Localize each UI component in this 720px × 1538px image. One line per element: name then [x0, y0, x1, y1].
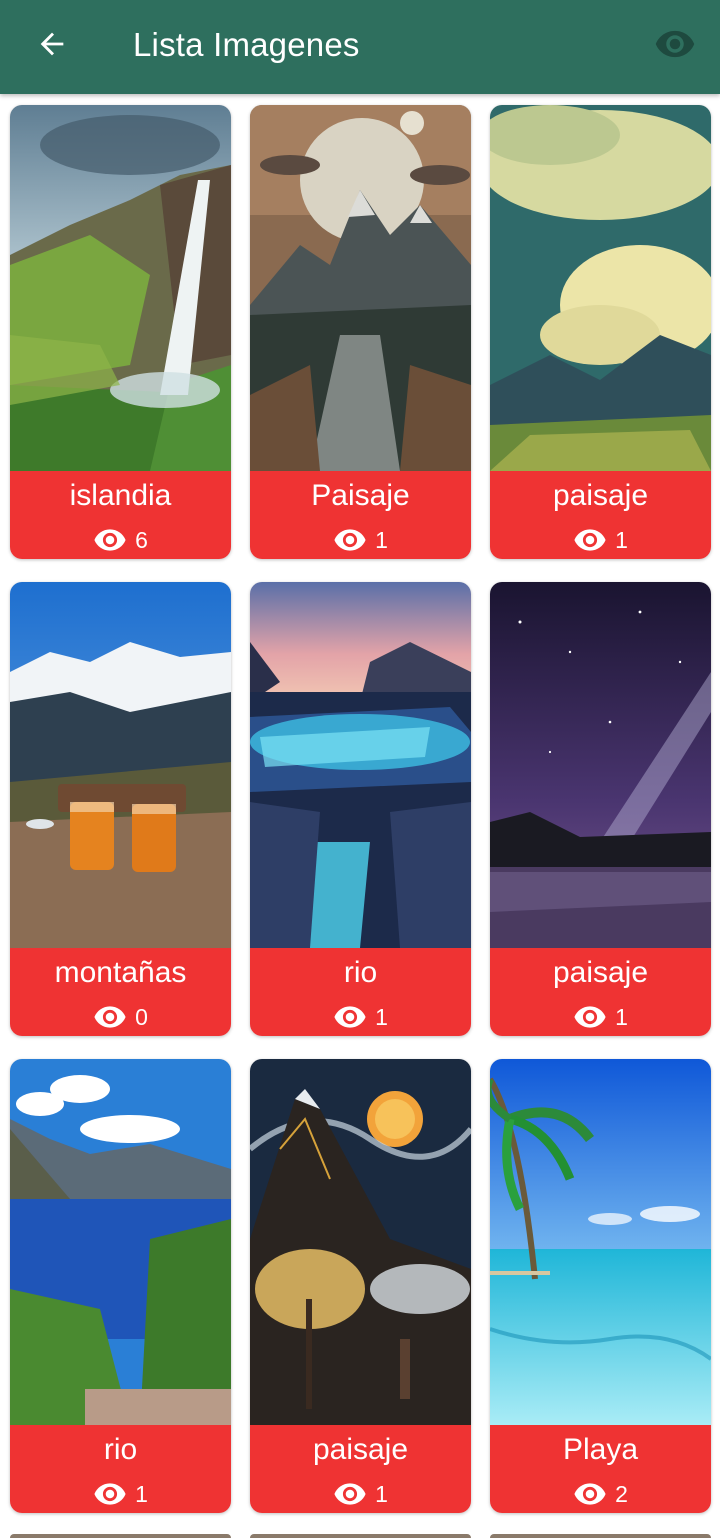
card-footer: Paisaje 1 [250, 471, 471, 559]
view-count-value: 1 [615, 527, 628, 553]
card-title: islandia [69, 479, 172, 512]
image-card[interactable]: paisaje 1 [250, 1059, 471, 1513]
view-count: 2 [490, 1477, 711, 1511]
card-footer: rio 1 [10, 1425, 231, 1513]
view-count: 1 [490, 523, 711, 557]
eye-icon [334, 529, 366, 551]
view-count-value: 2 [615, 1481, 628, 1507]
view-count: 0 [10, 1000, 231, 1034]
image-card[interactable]: rio 1 [10, 1059, 231, 1513]
next-card-peek[interactable] [10, 1534, 231, 1538]
eye-icon [94, 529, 126, 551]
thumbnail-galaxy-lake [490, 582, 711, 948]
thumbnail-glowing-river [250, 582, 471, 948]
card-title: paisaje [312, 1433, 409, 1466]
view-count-value: 1 [375, 1004, 388, 1030]
thumbnail-starry-mountain [250, 1059, 471, 1425]
card-footer: rio 1 [250, 948, 471, 1036]
card-title: rio [103, 1433, 138, 1466]
view-count: 1 [490, 1000, 711, 1034]
view-toggle-button[interactable] [652, 24, 698, 64]
view-count: 1 [10, 1477, 231, 1511]
page-title: Lista Imagenes [133, 26, 360, 63]
eye-icon [655, 30, 695, 58]
view-count-value: 0 [135, 1004, 148, 1030]
eye-icon [574, 1483, 606, 1505]
thumbnail-snow-mountains-tea [10, 582, 231, 948]
image-card[interactable]: Playa 2 [490, 1059, 711, 1513]
image-card[interactable]: rio 1 [250, 582, 471, 1036]
eye-icon [94, 1483, 126, 1505]
image-card[interactable]: islandia 6 [10, 105, 231, 559]
thumbnail-blue-lake [10, 1059, 231, 1425]
app-bar: Lista Imagenes [0, 0, 720, 94]
view-count-value: 1 [135, 1481, 148, 1507]
eye-icon [574, 529, 606, 551]
thumbnail-moon-mountains [250, 105, 471, 471]
next-card-peek[interactable] [250, 1534, 471, 1538]
card-title: montañas [54, 956, 187, 989]
card-footer: paisaje 1 [490, 948, 711, 1036]
eye-icon [334, 1006, 366, 1028]
image-card[interactable]: Paisaje 1 [250, 105, 471, 559]
card-footer: montañas 0 [10, 948, 231, 1036]
eye-icon [334, 1483, 366, 1505]
card-footer: islandia 6 [10, 471, 231, 559]
card-footer: paisaje 1 [490, 471, 711, 559]
image-card[interactable]: paisaje 1 [490, 105, 711, 559]
view-count: 1 [250, 523, 471, 557]
card-title: Playa [562, 1433, 639, 1466]
eye-icon [94, 1006, 126, 1028]
image-card[interactable]: paisaje 1 [490, 582, 711, 1036]
view-count-value: 1 [615, 1004, 628, 1030]
view-count-value: 1 [375, 1481, 388, 1507]
card-footer: paisaje 1 [250, 1425, 471, 1513]
eye-icon [574, 1006, 606, 1028]
card-footer: Playa 2 [490, 1425, 711, 1513]
thumbnail-clouds-valley [490, 105, 711, 471]
view-count-value: 6 [135, 527, 148, 553]
card-title: rio [343, 956, 378, 989]
thumbnail-waterfall [10, 105, 231, 471]
back-button[interactable] [30, 22, 74, 66]
card-title: paisaje [552, 479, 649, 512]
image-grid: islandia 6 Paisaje 1 paisaje 1 montañas … [0, 94, 720, 1538]
view-count-value: 1 [375, 527, 388, 553]
card-title: Paisaje [311, 479, 410, 512]
arrow-left-icon [40, 32, 64, 56]
card-title: paisaje [552, 956, 649, 989]
view-count: 6 [10, 523, 231, 557]
next-card-peek[interactable] [490, 1534, 711, 1538]
image-card[interactable]: montañas 0 [10, 582, 231, 1036]
thumbnail-beach-palm [490, 1059, 711, 1425]
view-count: 1 [250, 1477, 471, 1511]
view-count: 1 [250, 1000, 471, 1034]
